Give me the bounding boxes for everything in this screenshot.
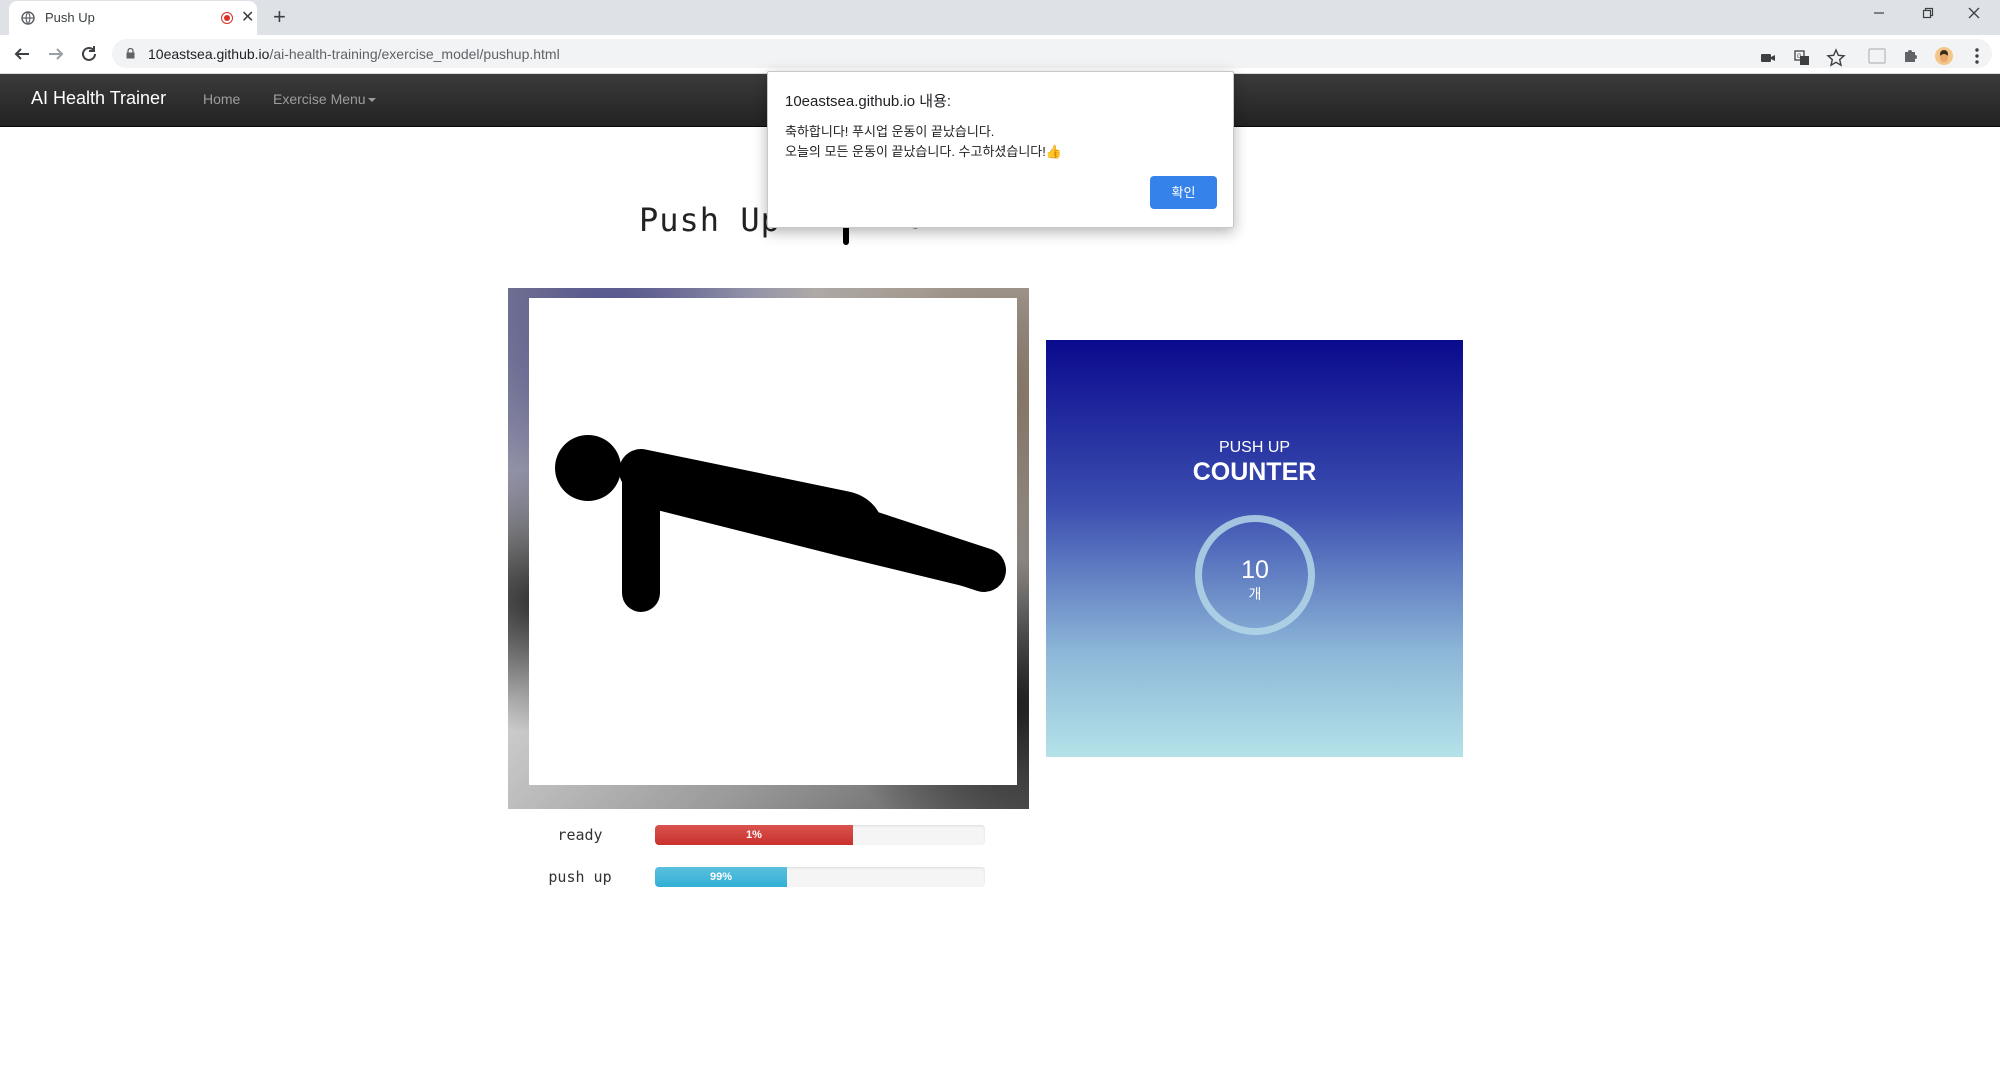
- dialog-message-line2: 오늘의 모든 운동이 끝났습니다. 수고하셨습니다!👍: [785, 144, 1063, 159]
- page-title: Push Up: [639, 201, 781, 239]
- new-tab-icon[interactable]: +: [273, 4, 286, 30]
- alert-dialog: 10eastsea.github.io 내용: 축하합니다! 푸시업 운동이 끝…: [767, 71, 1234, 228]
- tab-title: Push Up: [45, 10, 95, 25]
- dialog-message-line1: 축하합니다! 푸시업 운동이 끝났습니다.: [785, 124, 995, 139]
- label-push-up: push up: [548, 868, 612, 886]
- progress-push-up: 99%: [655, 867, 985, 887]
- progress-ready-fill: 1%: [655, 825, 853, 845]
- camera-icon[interactable]: [1758, 48, 1778, 68]
- nav-home[interactable]: Home: [203, 91, 240, 107]
- progress-push-up-fill: 99%: [655, 867, 787, 887]
- url-text: 10eastsea.github.io/ai-health-training/e…: [148, 46, 560, 62]
- url-path: /ai-health-training/exercise_model/pushu…: [269, 46, 560, 62]
- url-host: 10eastsea.github.io: [148, 46, 270, 62]
- dialog-title: 10eastsea.github.io 내용:: [785, 93, 952, 110]
- lock-icon: [126, 48, 135, 59]
- caret-down-icon: [367, 98, 376, 103]
- menu-dots-icon[interactable]: [1967, 46, 1987, 66]
- counter-card: PUSH UP COUNTER 10 개: [1046, 340, 1463, 757]
- webcam-feed: [508, 288, 1029, 809]
- counter-subtitle: PUSH UP: [1218, 439, 1291, 456]
- browser-tab[interactable]: Push Up ✕: [9, 1, 257, 35]
- counter-title: COUNTER: [1192, 458, 1317, 486]
- back-icon[interactable]: [11, 43, 33, 65]
- minimize-icon[interactable]: [1864, 4, 1894, 26]
- translate-icon[interactable]: G: [1792, 48, 1812, 68]
- address-bar[interactable]: 10eastsea.github.io/ai-health-training/e…: [112, 39, 1992, 68]
- puzzle-icon[interactable]: [1901, 46, 1921, 66]
- browser-tabstrip: Push Up ✕ +: [0, 0, 2000, 35]
- counter-value: 10: [1241, 556, 1269, 584]
- nav-exercise-menu[interactable]: Exercise Menu: [273, 91, 376, 107]
- brand-link[interactable]: AI Health Trainer: [31, 88, 166, 109]
- counter-ring: 10 개: [1195, 515, 1315, 635]
- profile-avatar[interactable]: [1934, 46, 1954, 66]
- counter-unit: 개: [1248, 586, 1262, 602]
- close-icon[interactable]: ✕: [241, 8, 254, 28]
- extension-icon[interactable]: [1867, 46, 1887, 66]
- star-icon[interactable]: [1826, 48, 1846, 68]
- pose-canvas: [529, 298, 1017, 785]
- progress-ready: 1%: [655, 825, 985, 845]
- pushup-figure-icon: [555, 435, 1006, 612]
- browser-toolbar: 10eastsea.github.io/ai-health-training/e…: [0, 35, 2000, 74]
- recording-icon: [221, 12, 233, 24]
- globe-icon: [21, 11, 35, 25]
- window-close-icon[interactable]: [1959, 4, 1989, 26]
- reload-icon[interactable]: [78, 43, 100, 65]
- nav-exercise-menu-label: Exercise Menu: [273, 91, 366, 107]
- label-ready: ready: [557, 826, 603, 844]
- dialog-ok-button[interactable]: 확인: [1150, 176, 1217, 209]
- forward-icon[interactable]: [45, 43, 67, 65]
- restore-icon[interactable]: [1913, 4, 1943, 26]
- svg-text:G: G: [1797, 54, 1802, 60]
